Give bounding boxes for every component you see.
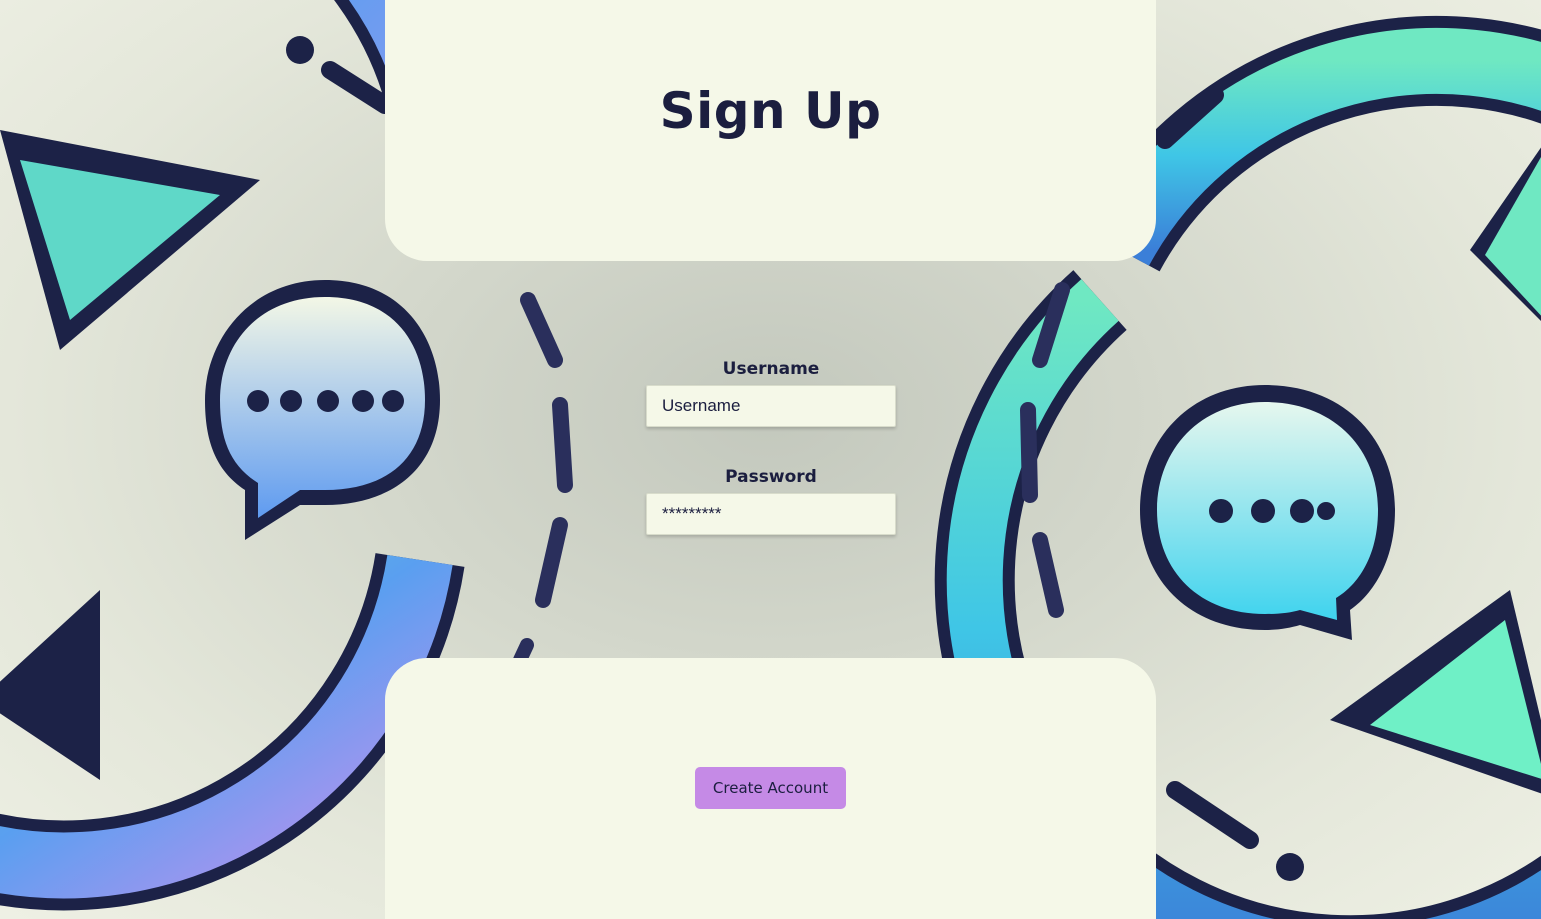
footer-panel: Create Account [385, 658, 1156, 919]
create-account-button[interactable]: Create Account [695, 767, 846, 809]
left-chat-bubble-icon [205, 280, 440, 540]
password-label: Password [725, 467, 817, 487]
page-title: Sign Up [659, 82, 882, 140]
username-input[interactable] [646, 385, 896, 427]
right-chat-bubble-icon [1140, 385, 1395, 640]
header-panel: Sign Up [385, 0, 1156, 261]
username-label: Username [722, 359, 820, 379]
password-input[interactable] [646, 493, 896, 535]
signup-form: Username Password [646, 355, 896, 535]
